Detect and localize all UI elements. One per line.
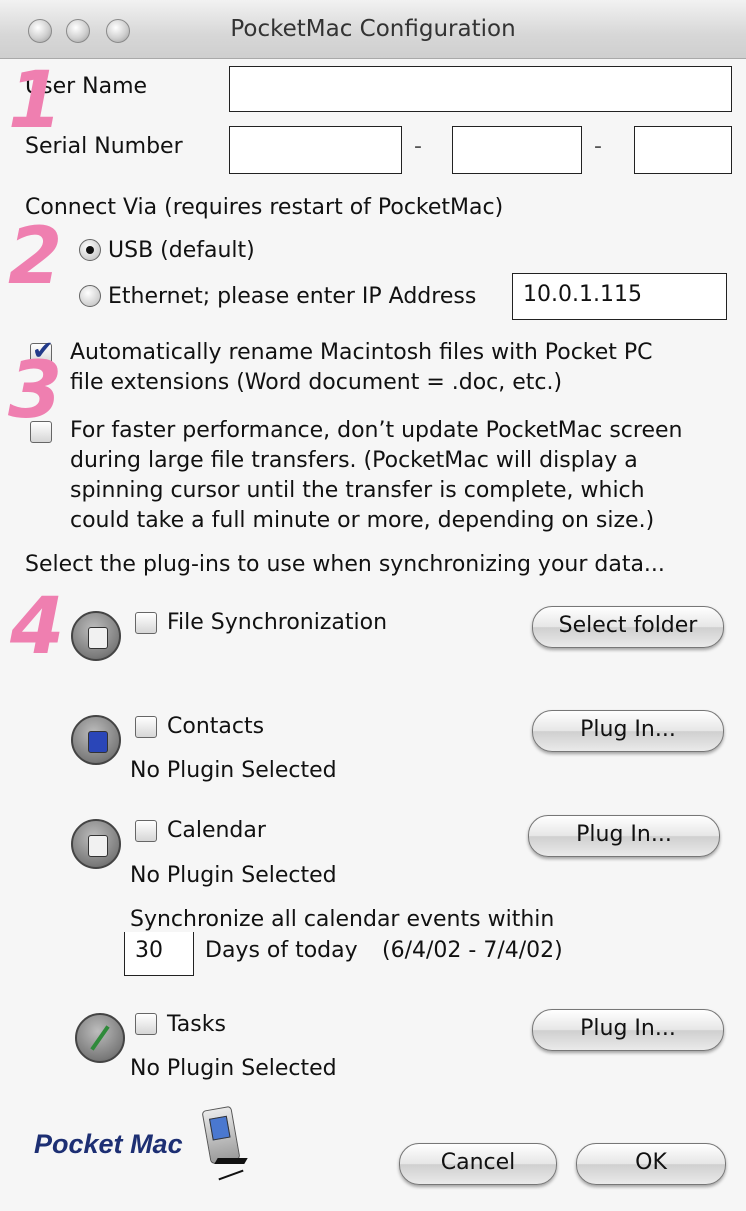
file-sync-checkbox[interactable] bbox=[135, 612, 157, 634]
usb-label: USB (default) bbox=[108, 238, 255, 263]
tasks-icon bbox=[75, 1013, 125, 1063]
calendar-icon bbox=[71, 819, 121, 869]
tasks-status: No Plugin Selected bbox=[130, 1056, 337, 1081]
calendar-date-range: (6/4/02 - 7/4/02) bbox=[382, 938, 563, 963]
performance-line-4: could take a full minute or more, depend… bbox=[70, 508, 655, 533]
calendar-status: No Plugin Selected bbox=[130, 863, 337, 888]
calendar-days-field[interactable]: 30 bbox=[124, 932, 194, 976]
step-2-annotation: 2 bbox=[8, 212, 63, 302]
ok-button[interactable]: OK bbox=[576, 1143, 726, 1185]
configuration-window: PocketMac Configuration User Name Serial… bbox=[0, 0, 746, 1211]
contacts-label: Contacts bbox=[167, 714, 265, 739]
ethernet-label: Ethernet; please enter IP Address bbox=[108, 284, 477, 309]
serial-number-field-1[interactable] bbox=[229, 126, 402, 174]
calendar-label: Calendar bbox=[167, 818, 266, 843]
select-folder-button[interactable]: Select folder bbox=[532, 606, 724, 648]
contacts-plugin-button[interactable]: Plug In... bbox=[532, 710, 724, 752]
ethernet-radio[interactable] bbox=[79, 285, 101, 307]
serial-number-field-3[interactable] bbox=[634, 126, 732, 174]
contacts-icon bbox=[71, 715, 121, 765]
rename-files-line-2: file extensions (Word document = .doc, e… bbox=[70, 370, 563, 395]
user-name-field[interactable] bbox=[229, 66, 732, 112]
tasks-label: Tasks bbox=[167, 1012, 226, 1037]
connect-via-heading: Connect Via (requires restart of PocketM… bbox=[25, 195, 504, 220]
window-title: PocketMac Configuration bbox=[230, 16, 516, 42]
tasks-plugin-button[interactable]: Plug In... bbox=[532, 1009, 724, 1051]
pocketmac-logo: Pocket Mac bbox=[34, 1129, 183, 1159]
file-sync-icon bbox=[71, 611, 121, 661]
usb-radio[interactable] bbox=[79, 239, 101, 261]
title-bar: PocketMac Configuration bbox=[0, 0, 746, 59]
calendar-sync-range-text: Synchronize all calendar events within bbox=[130, 907, 555, 932]
step-3-annotation: 3 bbox=[8, 346, 63, 436]
step-1-annotation: 1 bbox=[8, 56, 63, 146]
calendar-checkbox[interactable] bbox=[135, 820, 157, 842]
cancel-button[interactable]: Cancel bbox=[399, 1143, 557, 1185]
plugins-heading: Select the plug-ins to use when synchron… bbox=[25, 552, 665, 577]
tasks-checkbox[interactable] bbox=[135, 1013, 157, 1035]
serial-separator: - bbox=[414, 134, 422, 159]
rename-files-line-1: Automatically rename Macintosh files wit… bbox=[70, 340, 653, 365]
serial-separator: - bbox=[594, 134, 602, 159]
calendar-plugin-button[interactable]: Plug In... bbox=[528, 815, 720, 857]
calendar-days-label: Days of today bbox=[205, 938, 358, 963]
performance-line-1: For faster performance, don’t update Poc… bbox=[70, 418, 683, 443]
ip-address-field[interactable]: 10.0.1.115 bbox=[512, 273, 727, 320]
step-4-annotation: 4 bbox=[10, 582, 65, 672]
performance-line-3: spinning cursor until the transfer is co… bbox=[70, 478, 645, 503]
contacts-status: No Plugin Selected bbox=[130, 758, 337, 783]
contacts-checkbox[interactable] bbox=[135, 716, 157, 738]
performance-line-2: during large file transfers. (PocketMac … bbox=[70, 448, 638, 473]
serial-number-field-2[interactable] bbox=[452, 126, 582, 174]
pocket-pc-device-icon bbox=[188, 1105, 258, 1188]
file-sync-label: File Synchronization bbox=[167, 610, 388, 635]
